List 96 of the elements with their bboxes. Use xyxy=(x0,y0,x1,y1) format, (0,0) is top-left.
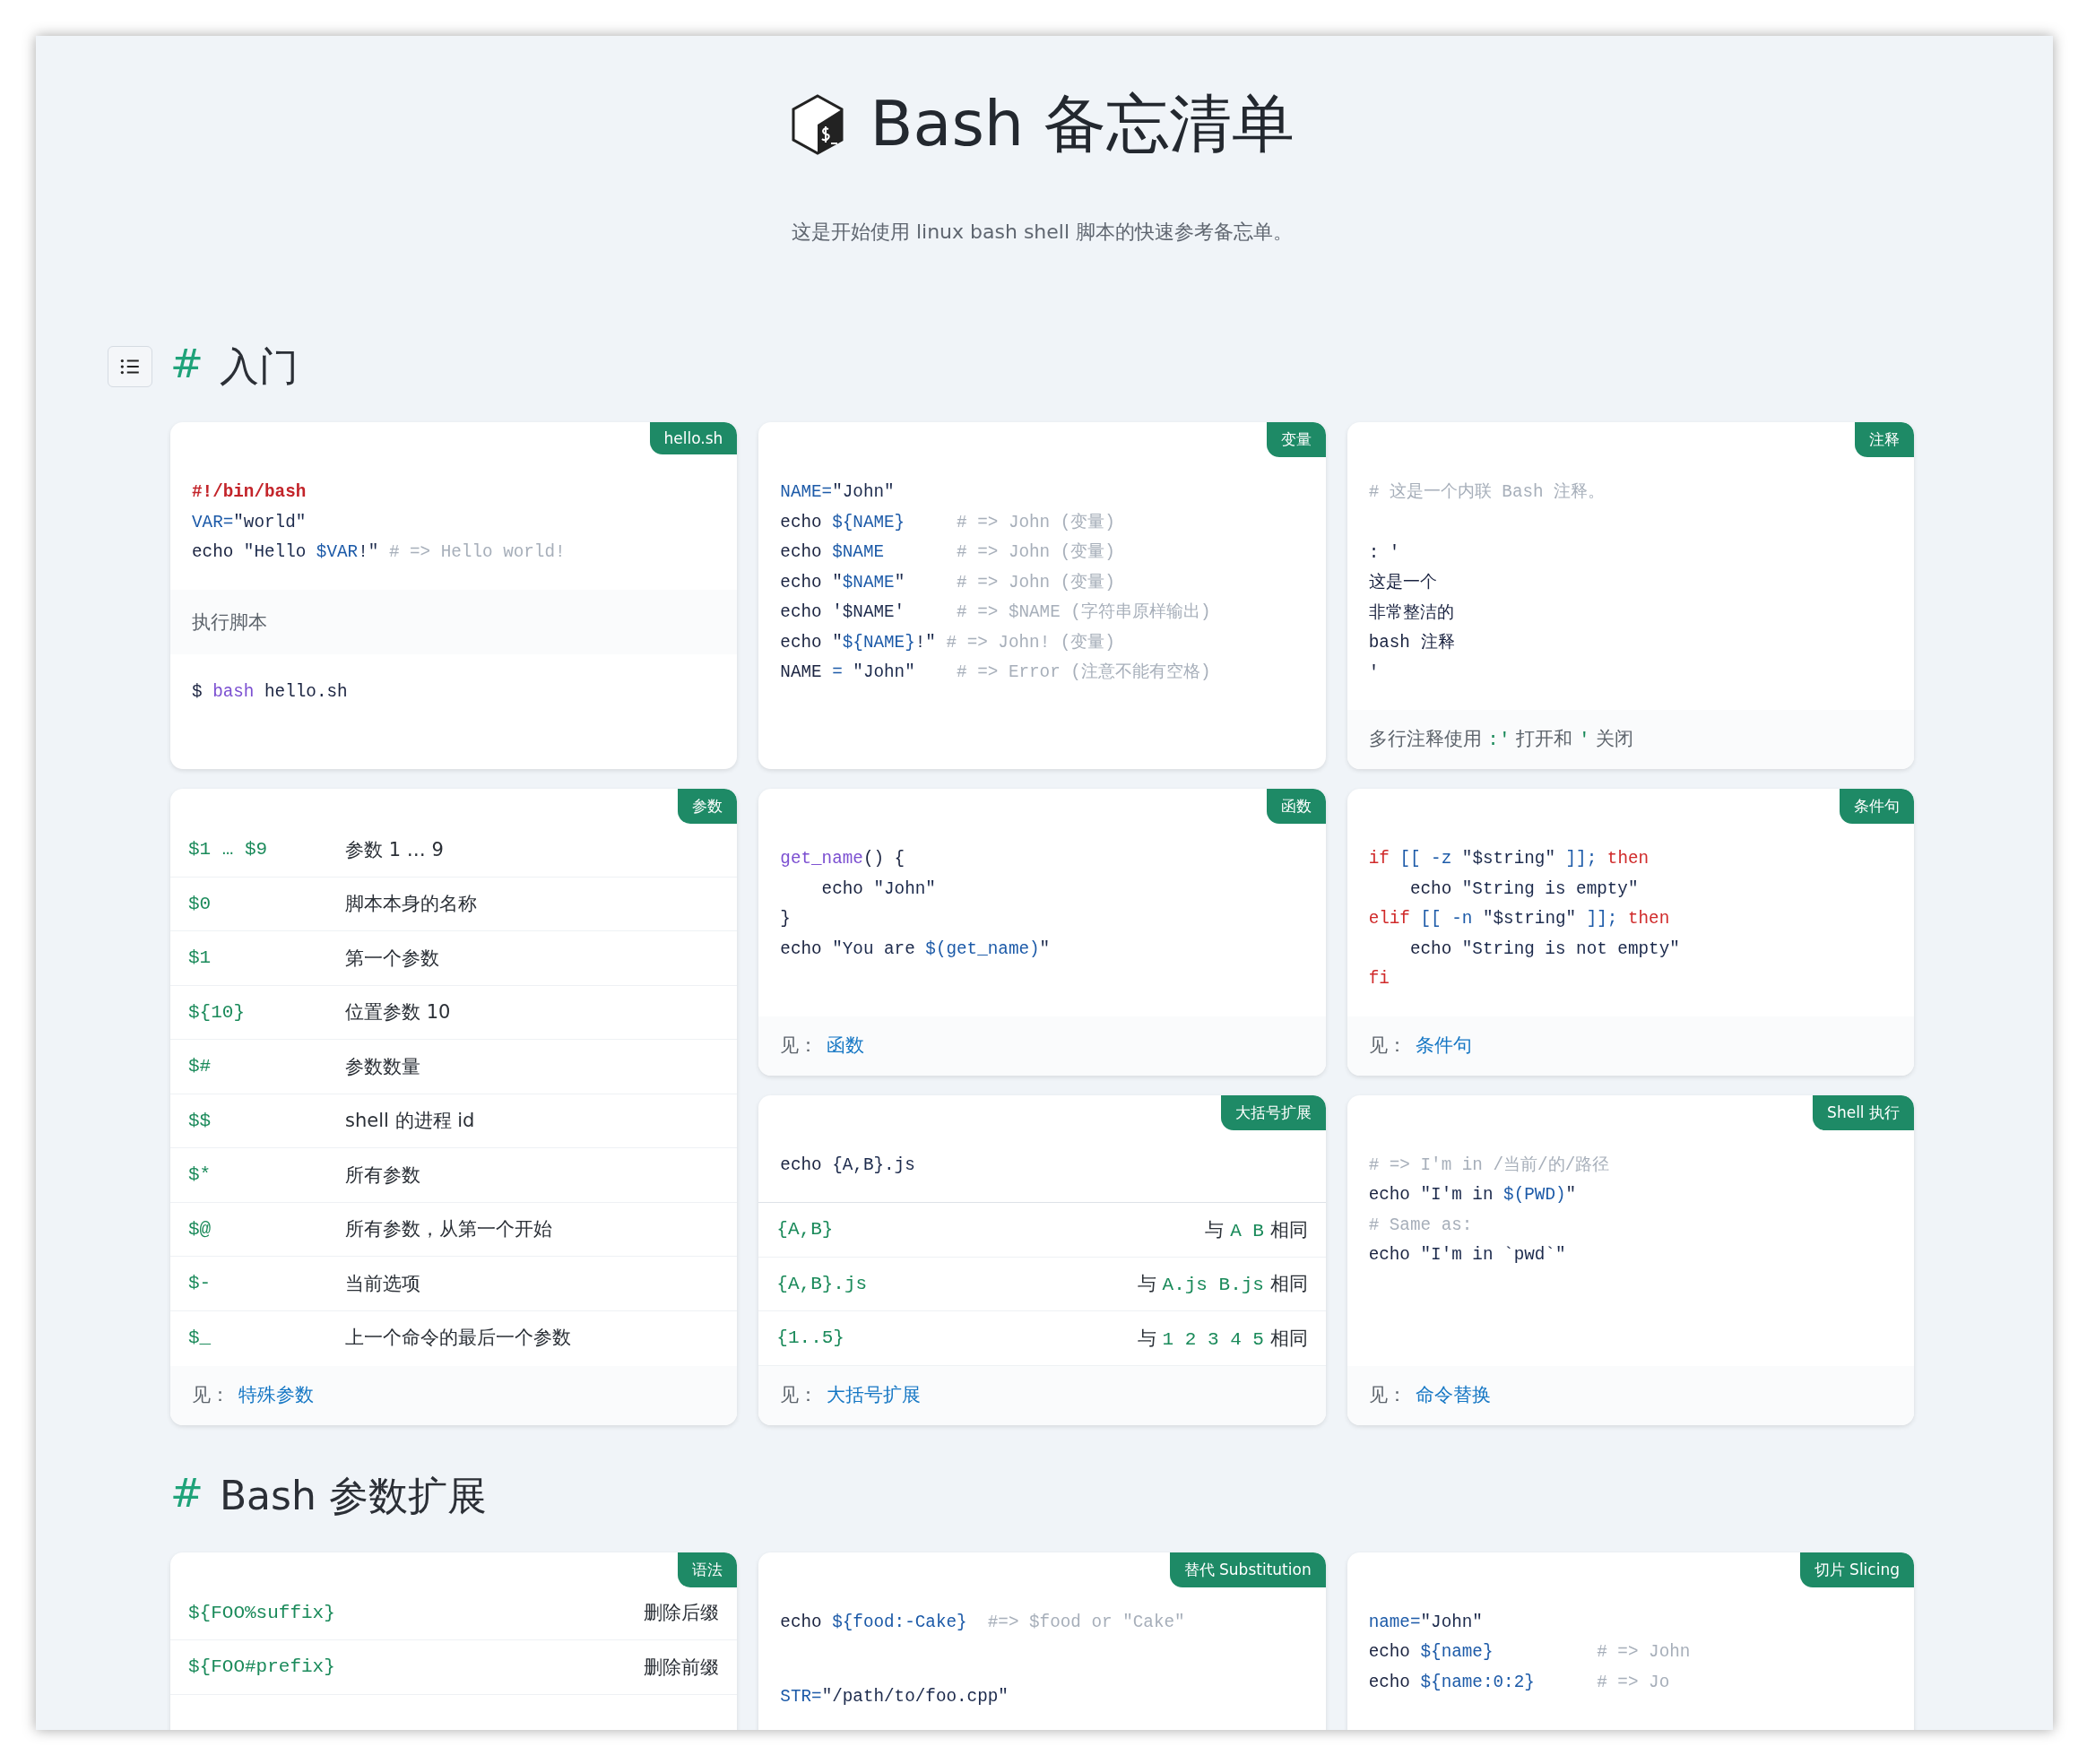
code-line: 非常整洁的 xyxy=(1368,601,1454,625)
code-line: VAR="world" xyxy=(192,511,307,534)
heading-anchor[interactable]: # xyxy=(170,1470,204,1523)
parameter-cell-text: $0 xyxy=(188,893,212,914)
code-line: echo "You are $(get_name)" xyxy=(780,938,1051,961)
description-cell-text: 位置参数 10 xyxy=(345,1000,451,1025)
section-heading: Bash 参数扩展 xyxy=(219,1472,487,1520)
code-line: fi xyxy=(1368,968,1390,990)
footnote: 多行注释使用 :' 打开和 ' 关闭 xyxy=(1347,710,1914,769)
see-label: 见： xyxy=(780,1382,818,1407)
parameter-cell: {A,B}.js xyxy=(776,1273,868,1294)
parameter-cell-text: $_ xyxy=(188,1327,212,1348)
parameter-cell: {A,B} xyxy=(776,1219,834,1241)
parameter-cell-text: $1 xyxy=(188,947,212,969)
description-cell-text: 第一个参数 xyxy=(345,946,439,971)
code-line: echo ${food:-Cake} #=> $food or "Cake" xyxy=(780,1611,1185,1634)
card-tag: 函数 xyxy=(1266,789,1326,824)
code-line: echo ${name:0:2} # => Jo xyxy=(1368,1671,1670,1694)
code-line: echo "Hello $VAR!" # => Hello world! xyxy=(192,541,566,564)
see-link[interactable]: 大括号扩展 xyxy=(827,1381,922,1407)
page-subtitle: 这是开始使用 linux bash shell 脚本的快速参考备忘单。 xyxy=(791,220,1294,245)
heading-anchor[interactable]: # xyxy=(170,340,204,393)
description-cell-text: 参数 1 … 9 xyxy=(345,837,444,862)
card-tag: 变量 xyxy=(1266,422,1326,457)
code-line: 这是一个 xyxy=(1368,572,1437,594)
see-link[interactable]: 条件句 xyxy=(1415,1032,1472,1058)
code-line: # => I'm in /当前/的/路径 xyxy=(1368,1154,1610,1177)
code-line: #!/bin/bash xyxy=(192,481,307,504)
parameter-cell-text: $@ xyxy=(188,1218,212,1240)
description-cell-text: 上一个命令的最后一个参数 xyxy=(345,1326,571,1351)
parameter-cell-text: $$ xyxy=(188,1110,212,1131)
code-line: ' xyxy=(1368,662,1380,685)
code-line: echo '$NAME' # => $NAME (字符串原样输出) xyxy=(780,601,1211,624)
description-cell-text: 参数数量 xyxy=(345,1054,420,1079)
card-tag: 大括号扩展 xyxy=(1220,1094,1326,1130)
code-line: $ bash hello.sh xyxy=(192,680,348,704)
description-cell-text: 所有参数，从第一个开始 xyxy=(345,1217,552,1242)
parameter-cell-text: $1 … $9 xyxy=(188,839,269,860)
description-cell-text: shell 的进程 id xyxy=(345,1109,475,1134)
see-link[interactable]: 函数 xyxy=(827,1032,865,1058)
card-tag: 参数 xyxy=(678,789,738,824)
parameter-cell-text: $- xyxy=(188,1273,212,1294)
code-line: echo "I'm in `pwd`" xyxy=(1368,1244,1566,1267)
code-line: bash 注释 xyxy=(1368,632,1455,654)
card-tag: 替代 Substitution xyxy=(1169,1552,1326,1587)
see-label: 见： xyxy=(780,1033,818,1058)
parameter-cell-text: ${10} xyxy=(188,1001,246,1023)
code-line: get_name() { xyxy=(780,848,905,870)
code-line: name="John" xyxy=(1368,1611,1483,1634)
code-line: echo {A,B}.js xyxy=(780,1154,915,1177)
code-line: echo "String is not empty" xyxy=(1408,938,1680,961)
code-line: echo $NAME # => John (变量) xyxy=(780,541,1115,564)
description-cell-text: 脚本本身的名称 xyxy=(345,892,477,917)
description-cell-text: 与 1 2 3 4 5 相同 xyxy=(1137,1326,1308,1351)
section-heading: 入门 xyxy=(219,342,299,391)
card-tag: 条件句 xyxy=(1840,789,1914,824)
code-line: elif [[ -n "$string" ]]; then xyxy=(1368,908,1670,930)
card-tag: 切片 Slicing xyxy=(1799,1552,1914,1587)
code-line: } xyxy=(780,908,791,930)
code-line: NAME="John" xyxy=(780,481,895,504)
description-cell-text: 删除前缀 xyxy=(644,1655,720,1680)
parameter-cell-text: $# xyxy=(188,1056,212,1077)
code-line: # Same as: xyxy=(1368,1214,1473,1237)
code-line: STR="/path/to/foo.cpp" xyxy=(780,1686,1009,1708)
parameter-cell: {1..5} xyxy=(776,1327,844,1349)
see-label: 见： xyxy=(1368,1033,1407,1058)
code-line: echo ${name} # => John xyxy=(1368,1641,1691,1664)
table-of-contents-button[interactable] xyxy=(108,346,152,387)
code-line: echo "String is empty" xyxy=(1408,878,1639,901)
code-line: if [[ -z "$string" ]]; then xyxy=(1368,848,1650,870)
description-cell-text: 与 A B 相同 xyxy=(1205,1217,1308,1242)
parameter-cell: ${FOO%suffix} xyxy=(188,1602,335,1623)
card-tag: Shell 执行 xyxy=(1813,1094,1914,1130)
description-cell-text: 当前选项 xyxy=(345,1271,420,1296)
code-line: echo "John" xyxy=(820,878,936,901)
page-title: Bash 备忘清单 xyxy=(870,86,1295,162)
see-label: 见： xyxy=(1368,1382,1407,1407)
see-label: 见： xyxy=(192,1382,229,1407)
code-line: echo ${NAME} # => John (变量) xyxy=(780,511,1115,534)
parameter-cell-text: $* xyxy=(188,1164,212,1186)
card-tag: 语法 xyxy=(678,1552,738,1587)
code-line: NAME = "John" # => Error (注意不能有空格) xyxy=(780,662,1211,684)
code-line: : ' xyxy=(1368,541,1400,565)
see-link[interactable]: 命令替换 xyxy=(1415,1381,1491,1407)
description-cell-text: 与 A.js B.js 相同 xyxy=(1137,1272,1308,1297)
code-line: # 这是一个内联 Bash 注释。 xyxy=(1368,481,1606,504)
description-cell-text: 删除后缀 xyxy=(644,1601,720,1626)
see-link[interactable]: 特殊参数 xyxy=(238,1381,314,1407)
code-line: echo "$NAME" # => John (变量) xyxy=(780,571,1115,594)
code-line: echo "I'm in $(PWD)" xyxy=(1368,1184,1577,1206)
parameter-cell: ${FOO#prefix} xyxy=(188,1656,335,1678)
card-tag: 注释 xyxy=(1855,422,1914,457)
note-band: 执行脚本 xyxy=(170,589,738,654)
description-cell-text: 所有参数 xyxy=(345,1163,420,1188)
code-line: echo "${NAME}!" # => John! (变量) xyxy=(780,631,1115,654)
card-tag: hello.sh xyxy=(649,422,738,454)
